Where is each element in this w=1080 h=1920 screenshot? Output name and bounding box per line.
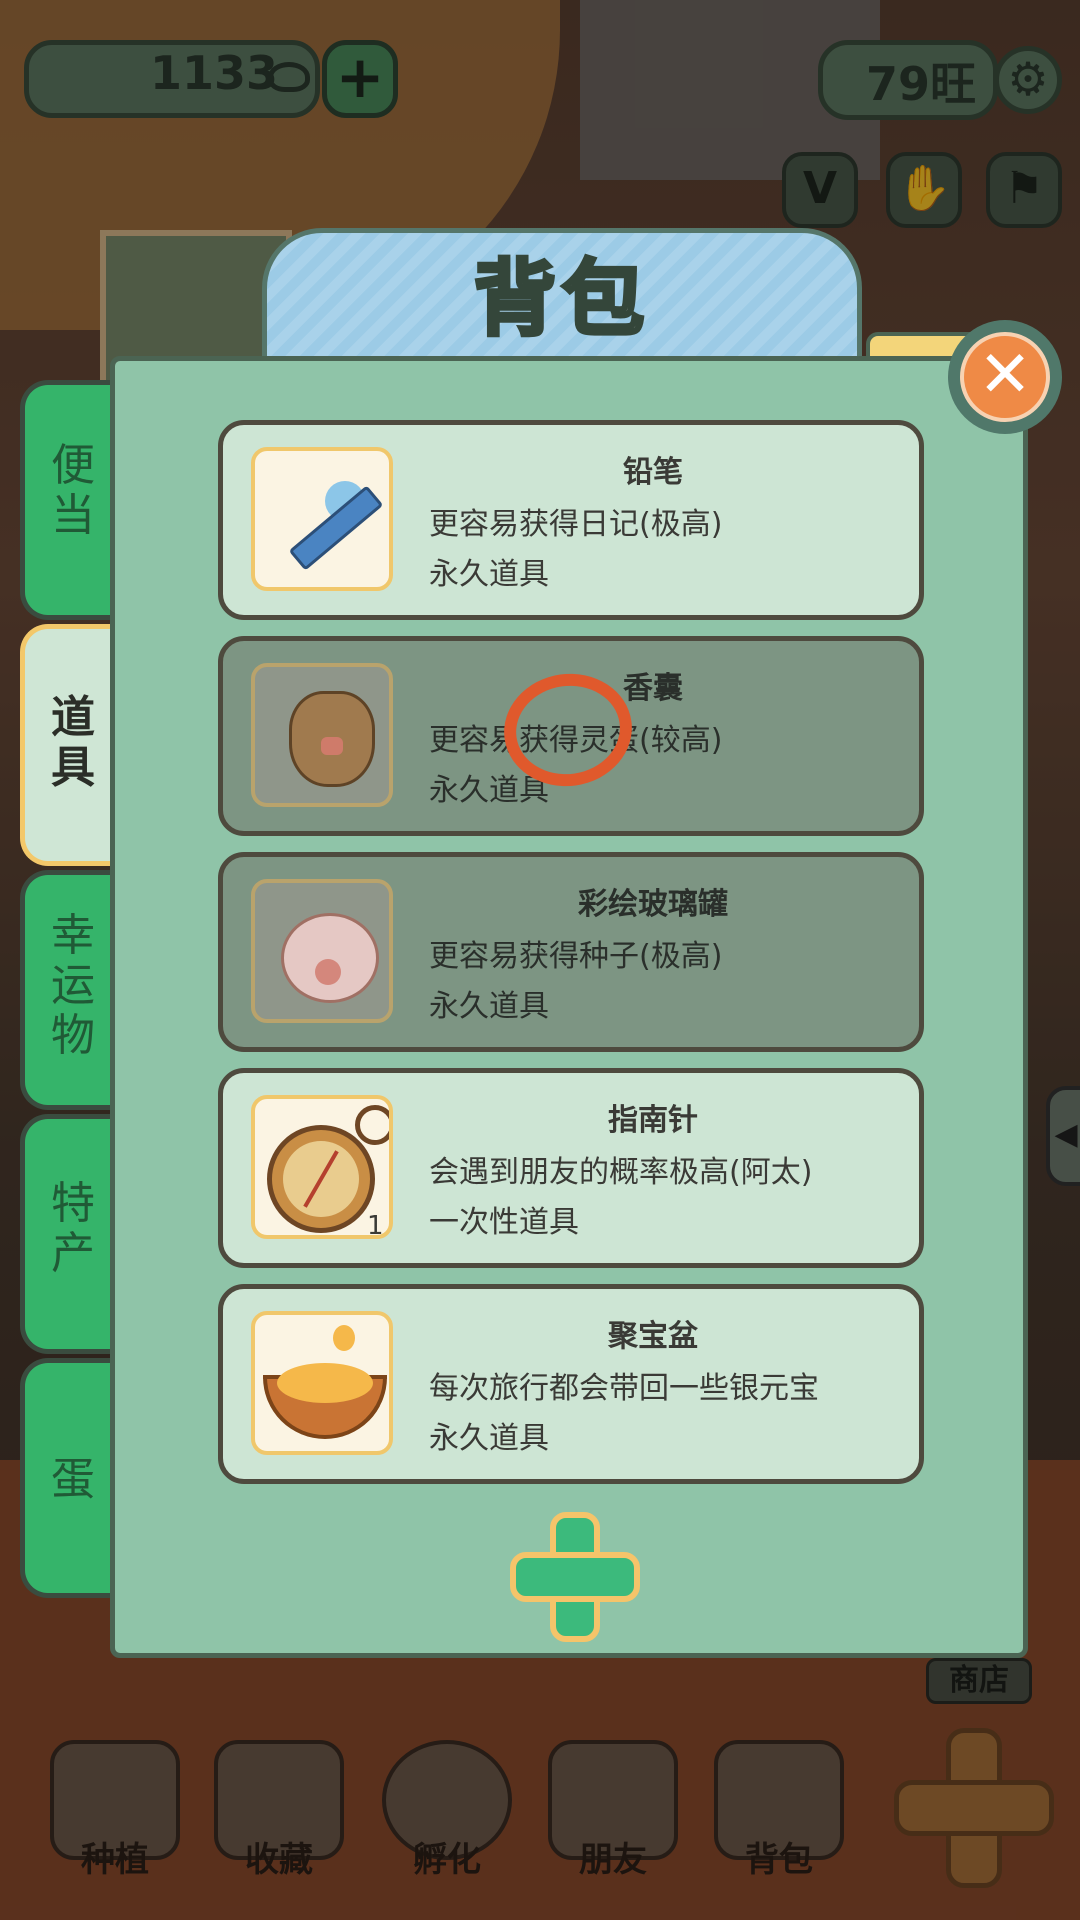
item-description: 会遇到朋友的概率极高(阿太)	[429, 1155, 813, 1190]
item-description: 更容易获得种子(极高)	[429, 939, 723, 974]
item-card-jar[interactable]: 彩绘玻璃罐 更容易获得种子(极高) 永久道具	[218, 852, 924, 1052]
treasure-bowl-icon	[251, 1311, 393, 1455]
item-name: 聚宝盆	[608, 1319, 698, 1354]
item-description: 更容易获得日记(极高)	[429, 507, 723, 542]
item-type: 一次性道具	[429, 1205, 579, 1240]
tab-label: 蛋	[51, 1454, 95, 1505]
item-card-treasure-bowl[interactable]: 聚宝盆 每次旅行都会带回一些银元宝 永久道具	[218, 1284, 924, 1484]
sachet-icon	[251, 663, 393, 807]
item-name: 指南针	[608, 1103, 698, 1138]
item-name: 铅笔	[623, 455, 683, 490]
close-icon: ✕	[960, 332, 1050, 422]
page-title: 背包	[472, 250, 650, 349]
item-type: 永久道具	[429, 989, 549, 1024]
jar-icon	[251, 879, 393, 1023]
item-name: 彩绘玻璃罐	[578, 887, 728, 922]
item-description: 每次旅行都会带回一些银元宝	[429, 1371, 819, 1406]
tab-label: 道具	[51, 692, 95, 793]
tab-label: 便当	[51, 440, 95, 541]
tab-label: 幸运物	[51, 910, 95, 1061]
close-button[interactable]: ✕	[948, 320, 1062, 434]
item-type: 永久道具	[429, 1421, 549, 1456]
add-item-button[interactable]	[510, 1512, 640, 1642]
item-count: 1	[367, 1211, 384, 1241]
pencil-icon	[251, 447, 393, 591]
item-type: 永久道具	[429, 557, 549, 592]
item-name: 香囊	[623, 671, 683, 706]
item-card-pencil[interactable]: 铅笔 更容易获得日记(极高) 永久道具	[218, 420, 924, 620]
item-card-compass[interactable]: 1 指南针 会遇到朋友的概率极高(阿太) 一次性道具	[218, 1068, 924, 1268]
tab-label: 特产	[51, 1178, 95, 1279]
